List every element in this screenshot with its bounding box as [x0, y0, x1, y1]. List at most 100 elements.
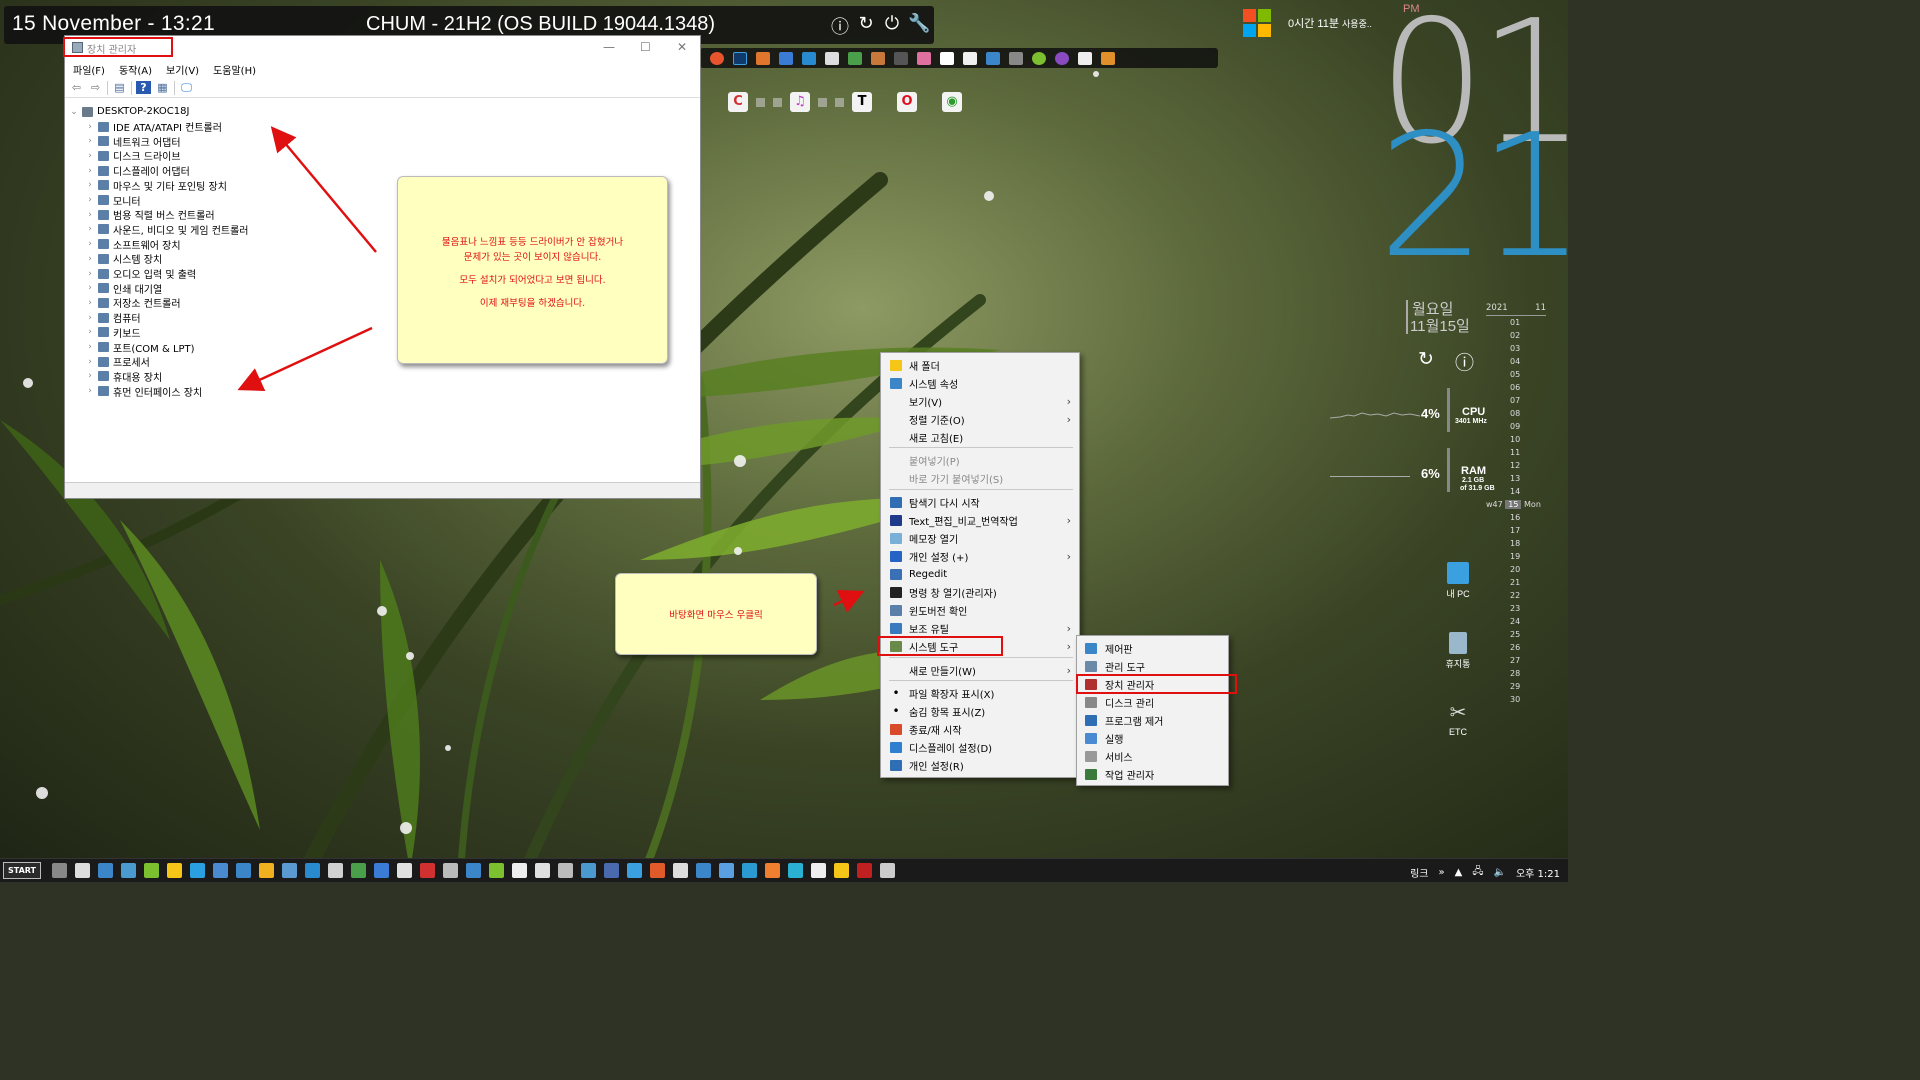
- taskbar-app-icon[interactable]: [581, 863, 596, 878]
- taskbar-app-icon[interactable]: [167, 863, 182, 878]
- context-menu-item[interactable]: 종료/재 시작: [881, 720, 1079, 738]
- taskbar-app-icon[interactable]: [719, 863, 734, 878]
- calendar-day-number: 10: [1510, 435, 1521, 444]
- calendar-day-number: 19: [1510, 552, 1521, 561]
- calendar-day: 07: [1486, 396, 1546, 409]
- taskbar-app-icon[interactable]: [374, 863, 389, 878]
- taskbar-clock[interactable]: 오후 1:21: [1516, 865, 1560, 880]
- taskbar-app-icon[interactable]: [788, 863, 803, 878]
- context-menu-item[interactable]: 붙여넣기(P): [881, 451, 1079, 469]
- taskbar-app-icon[interactable]: [512, 863, 527, 878]
- context-menu-item[interactable]: Regedit: [881, 565, 1079, 583]
- taskbar-app-icon[interactable]: [765, 863, 780, 878]
- context-menu-item[interactable]: • 파일 확장자 표시(X): [881, 684, 1079, 702]
- sticky-note-right-click: 바탕화면 마우스 우클릭: [615, 573, 817, 655]
- calendar-day: 10: [1486, 435, 1546, 448]
- taskbar-app-icon[interactable]: [627, 863, 642, 878]
- context-menu-item[interactable]: 메모장 열기: [881, 529, 1079, 547]
- taskbar-app-icon[interactable]: [673, 863, 688, 878]
- context-menu-item[interactable]: 바로 가기 붙여넣기(S): [881, 469, 1079, 487]
- restart-icon[interactable]: ↻: [1418, 348, 1434, 371]
- submenu-item[interactable]: 제어판: [1077, 639, 1228, 657]
- calendar-day: w47 15 Mon: [1486, 500, 1546, 513]
- submenu-item[interactable]: 서비스: [1077, 747, 1228, 765]
- tray-expand-icon[interactable]: ▲: [1455, 867, 1463, 878]
- submenu-item[interactable]: 관리 도구: [1077, 657, 1228, 675]
- taskbar-app-icon[interactable]: [420, 863, 435, 878]
- context-menu-item[interactable]: 보조 유틸 ›: [881, 619, 1079, 637]
- taskbar-app-icon[interactable]: [443, 863, 458, 878]
- taskbar-app-icon[interactable]: [351, 863, 366, 878]
- taskbar-app-icon[interactable]: [811, 863, 826, 878]
- desktop-icon-my-pc[interactable]: 내 PC: [1438, 562, 1478, 600]
- taskbar-app-icon[interactable]: [489, 863, 504, 878]
- context-menu-item[interactable]: 새로 만들기(W) ›: [881, 661, 1079, 679]
- desktop-icon-etc[interactable]: ✂ ETC: [1438, 702, 1478, 737]
- taskbar-app-icon[interactable]: [75, 863, 90, 878]
- calendar-day-number: 01: [1510, 318, 1521, 327]
- context-menu-item[interactable]: 개인 설정 (+) ›: [881, 547, 1079, 565]
- context-menu-item[interactable]: 탐색기 다시 시작: [881, 493, 1079, 511]
- taskbar-app-icon[interactable]: [236, 863, 251, 878]
- calendar-day: 06: [1486, 383, 1546, 396]
- taskbar-app-icon[interactable]: [98, 863, 113, 878]
- menu-item-icon: [890, 665, 902, 676]
- taskbar-app-icon[interactable]: [650, 863, 665, 878]
- submenu-item[interactable]: 디스크 관리: [1077, 693, 1228, 711]
- context-menu-item[interactable]: 윈도버전 확인: [881, 601, 1079, 619]
- taskbar-app-icon[interactable]: [305, 863, 320, 878]
- context-menu-item[interactable]: 새로 고침(E): [881, 428, 1079, 446]
- taskbar-app-icon[interactable]: [535, 863, 550, 878]
- context-menu-item[interactable]: 디스플레이 설정(D): [881, 738, 1079, 756]
- taskbar-app-icon[interactable]: [742, 863, 757, 878]
- taskbar-app-icon[interactable]: [857, 863, 872, 878]
- calendar-month: 11: [1535, 303, 1546, 313]
- volume-icon[interactable]: 🔈: [1494, 867, 1506, 878]
- menu-item-icon: [890, 414, 902, 425]
- submenu-item[interactable]: 프로그램 제거: [1077, 711, 1228, 729]
- taskbar-app-icon[interactable]: [834, 863, 849, 878]
- taskbar-app-icon[interactable]: [144, 863, 159, 878]
- submenu-item-icon: [1085, 660, 1097, 672]
- note-line: 이제 재부팅을 하겠습니다.: [479, 298, 586, 309]
- taskbar-app-icon[interactable]: [696, 863, 711, 878]
- context-menu-item[interactable]: • 숨김 항목 표시(Z): [881, 702, 1079, 720]
- start-button[interactable]: START: [3, 862, 41, 879]
- context-menu-item[interactable]: 명령 창 열기(관리자): [881, 583, 1079, 601]
- calendar-day: 01: [1486, 318, 1546, 331]
- taskbar-app-icon[interactable]: [213, 863, 228, 878]
- system-tray: 링크 » ▲ 🖧 🔈 오후 1:21: [1410, 864, 1560, 881]
- desktop-icon-recycle-bin[interactable]: 휴지통: [1438, 632, 1478, 670]
- menu-item-icon: [890, 586, 902, 598]
- context-menu-label: 붙여넣기(P): [909, 456, 960, 468]
- context-menu-item[interactable]: 새 폴더: [881, 356, 1079, 374]
- taskbar-app-icon[interactable]: [190, 863, 205, 878]
- taskbar-app-icon[interactable]: [328, 863, 343, 878]
- context-menu-item[interactable]: 개인 설정(R): [881, 756, 1079, 774]
- shutdown-icon[interactable]: ⓘ: [1455, 348, 1474, 375]
- submenu-item[interactable]: 작업 관리자: [1077, 765, 1228, 783]
- network-icon[interactable]: 🖧: [1472, 864, 1483, 881]
- submenu-item[interactable]: 실행: [1077, 729, 1228, 747]
- taskbar-app-icon[interactable]: [558, 863, 573, 878]
- taskbar-app-icon[interactable]: [397, 863, 412, 878]
- calendar-day: 20: [1486, 565, 1546, 578]
- menu-item-icon: [890, 359, 902, 371]
- taskbar-app-icon[interactable]: [466, 863, 481, 878]
- context-menu-item[interactable]: 시스템 속성: [881, 374, 1079, 392]
- taskbar-app-icon[interactable]: [121, 863, 136, 878]
- taskbar-app-icon[interactable]: [282, 863, 297, 878]
- taskbar-app-icon[interactable]: [880, 863, 895, 878]
- taskbar-app-icon[interactable]: [52, 863, 67, 878]
- menu-separator: [889, 657, 1073, 658]
- taskbar-app-icon[interactable]: [604, 863, 619, 878]
- context-menu-item[interactable]: 보기(V) ›: [881, 392, 1079, 410]
- taskbar-app-icon[interactable]: [259, 863, 274, 878]
- context-menu-label: 새로 고침(E): [909, 433, 964, 445]
- context-menu-item[interactable]: 정렬 기준(O) ›: [881, 410, 1079, 428]
- context-menu-item[interactable]: Text_편집_비교_번역작업 ›: [881, 511, 1079, 529]
- highlight-device-manager: [1076, 674, 1237, 694]
- chevron-right-icon[interactable]: »: [1439, 867, 1445, 878]
- links-toolbar[interactable]: 링크: [1410, 865, 1428, 880]
- calendar-day-number: 30: [1510, 695, 1521, 704]
